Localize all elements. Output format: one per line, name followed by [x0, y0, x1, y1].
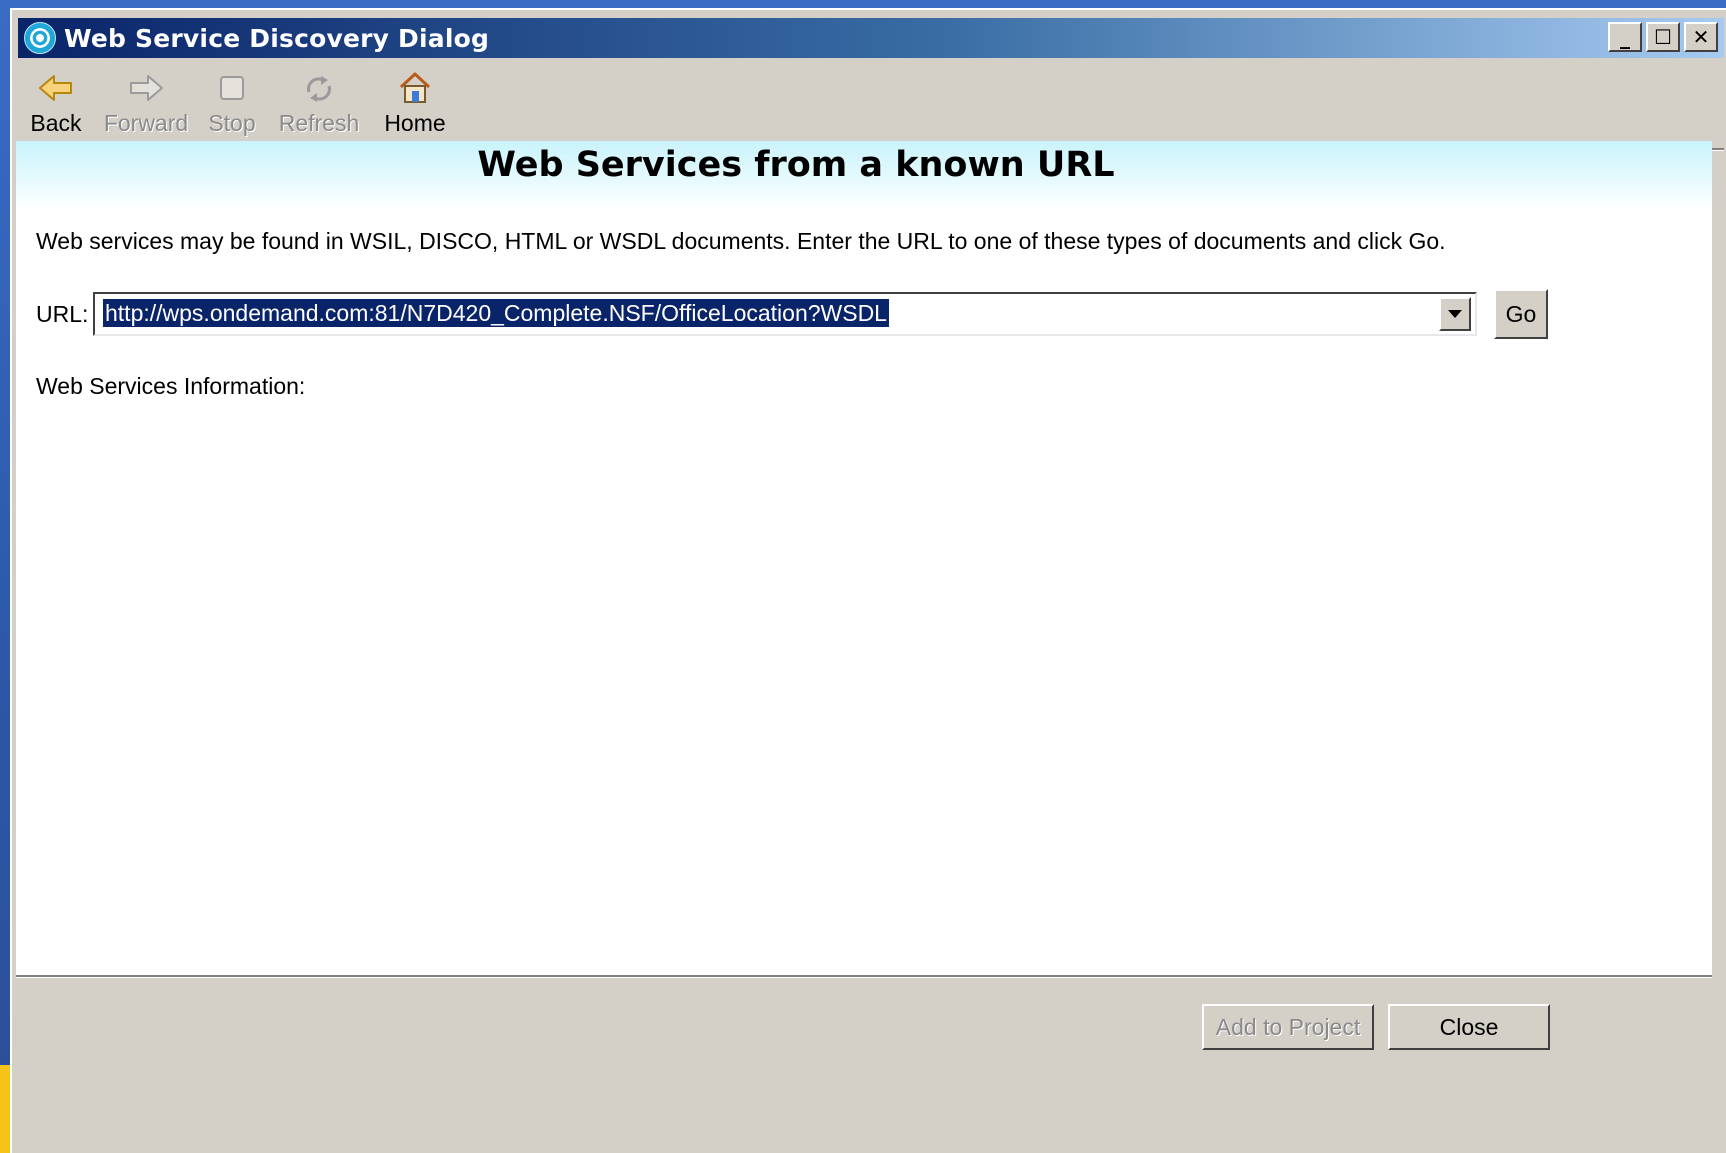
stop-label: Stop [208, 110, 256, 136]
close-window-button[interactable]: ✕ [1684, 22, 1718, 52]
content-panel: Web Services from a known URL Web servic… [16, 141, 1712, 976]
url-input-value[interactable]: http://wps.ondemand.com:81/N7D420_Comple… [103, 299, 889, 327]
go-button[interactable]: Go [1494, 289, 1548, 339]
home-button[interactable]: Home [380, 70, 450, 137]
forward-button[interactable]: Forward [98, 70, 194, 137]
refresh-label: Refresh [278, 110, 360, 136]
refresh-button[interactable]: Refresh [274, 70, 364, 137]
stop-button[interactable]: Stop [202, 70, 262, 137]
app-icon [24, 22, 56, 54]
close-button[interactable]: Close [1388, 1004, 1550, 1050]
back-button[interactable]: Back [26, 70, 86, 137]
forward-label: Forward [103, 110, 189, 136]
url-dropdown-button[interactable] [1439, 297, 1471, 331]
url-combobox[interactable]: http://wps.ondemand.com:81/N7D420_Comple… [93, 292, 1477, 336]
home-label: Home [384, 110, 446, 136]
back-arrow-icon [26, 70, 86, 106]
page-title: Web Services from a known URL [477, 145, 1115, 185]
refresh-icon [274, 70, 364, 106]
chevron-down-icon [1448, 310, 1462, 318]
add-to-project-button[interactable]: Add to Project [1202, 1004, 1374, 1050]
home-icon [380, 70, 450, 106]
navigation-toolbar: Back Forward Stop Refresh Home [18, 62, 1724, 148]
back-label: Back [30, 110, 82, 136]
stop-icon [202, 70, 262, 106]
dialog-footer: Add to Project Close [16, 978, 1712, 1145]
maximize-button[interactable]: ☐ [1646, 22, 1680, 52]
forward-arrow-icon [98, 70, 194, 106]
title-bar[interactable]: Web Service Discovery Dialog _ ☐ ✕ [18, 18, 1724, 58]
window-title: Web Service Discovery Dialog [64, 23, 490, 53]
web-services-info-label: Web Services Information: [36, 373, 306, 399]
window-controls: _ ☐ ✕ [1608, 22, 1718, 52]
description-text: Web services may be found in WSIL, DISCO… [36, 228, 1446, 254]
desktop-accent [0, 1065, 10, 1153]
minimize-button[interactable]: _ [1608, 22, 1642, 52]
url-label: URL: [36, 301, 89, 327]
